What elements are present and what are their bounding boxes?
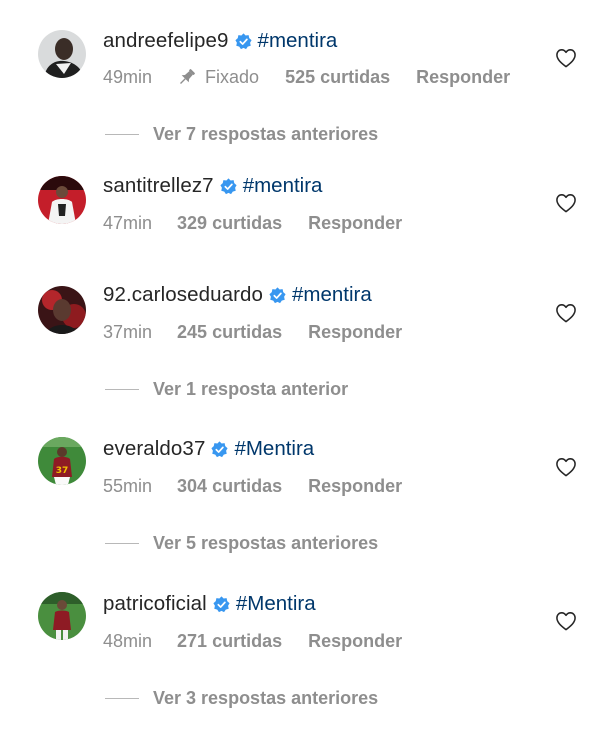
- hashtag-link[interactable]: #mentira: [258, 29, 338, 53]
- view-replies-label: Ver 5 respostas anteriores: [153, 532, 379, 553]
- avatar[interactable]: [38, 592, 86, 640]
- heart-outline-icon[interactable]: [555, 611, 577, 631]
- pin-icon: [177, 67, 197, 87]
- hashtag-link[interactable]: #Mentira: [234, 437, 314, 461]
- view-replies-label: Ver 1 resposta anterior: [153, 378, 349, 399]
- likes-count[interactable]: 525 curtidas: [285, 67, 390, 88]
- avatar[interactable]: 37: [38, 437, 86, 485]
- hashtag-link[interactable]: #Mentira: [236, 592, 316, 616]
- view-replies-label: Ver 3 respostas anteriores: [153, 687, 379, 708]
- divider-line: [105, 388, 139, 390]
- username[interactable]: andreefelipe9: [103, 29, 229, 53]
- comment-header: 92.carloseduardo #mentira: [103, 282, 372, 308]
- likes-count[interactable]: 304 curtidas: [177, 476, 282, 497]
- likes-count[interactable]: 271 curtidas: [177, 631, 282, 652]
- username[interactable]: everaldo37: [103, 437, 205, 461]
- comment-time: 47min: [103, 212, 153, 233]
- comment-time: 37min: [103, 321, 153, 342]
- comment-header: andreefelipe9 #mentira: [103, 28, 337, 54]
- username[interactable]: patricoficial: [103, 592, 207, 616]
- heart-outline-icon[interactable]: [555, 48, 577, 68]
- pinned-label: Fixado: [177, 67, 259, 88]
- comment-meta: 49min Fixado 525 curtidas Responder: [103, 65, 510, 89]
- view-previous-replies-button[interactable]: Ver 3 respostas anteriores: [105, 687, 378, 709]
- reply-button[interactable]: Responder: [308, 322, 402, 343]
- heart-outline-icon[interactable]: [555, 193, 577, 213]
- comment-time: 48min: [103, 630, 153, 651]
- comment-header: santitrellez7 #mentira: [103, 173, 322, 199]
- svg-text:37: 37: [56, 466, 69, 476]
- avatar[interactable]: [38, 176, 86, 224]
- verified-badge-icon: [220, 177, 237, 195]
- divider-line: [105, 542, 139, 544]
- heart-outline-icon[interactable]: [555, 457, 577, 477]
- avatar[interactable]: [38, 286, 86, 334]
- reply-button[interactable]: Responder: [308, 631, 402, 652]
- verified-badge-icon: [211, 440, 229, 458]
- reply-button[interactable]: Responder: [308, 476, 402, 497]
- comment-meta: 48min 271 curtidas Responder: [103, 629, 402, 653]
- likes-count[interactable]: 329 curtidas: [177, 213, 282, 234]
- avatar[interactable]: [38, 30, 86, 78]
- comment-header: everaldo37 #Mentira: [103, 436, 314, 462]
- view-previous-replies-button[interactable]: Ver 5 respostas anteriores: [105, 532, 378, 554]
- comment-meta: 55min 304 curtidas Responder: [103, 474, 402, 498]
- pinned-text: Fixado: [205, 66, 260, 87]
- heart-outline-icon[interactable]: [555, 303, 577, 323]
- verified-badge-icon: [213, 595, 230, 613]
- comment-time: 55min: [103, 475, 153, 496]
- view-previous-replies-button[interactable]: Ver 7 respostas anteriores: [105, 123, 378, 145]
- hashtag-link[interactable]: #mentira: [243, 174, 323, 198]
- hashtag-link[interactable]: #mentira: [292, 283, 372, 307]
- username[interactable]: 92.carloseduardo: [103, 283, 263, 307]
- username[interactable]: santitrellez7: [103, 174, 214, 198]
- likes-count[interactable]: 245 curtidas: [177, 322, 282, 343]
- comment-time: 49min: [103, 66, 153, 87]
- reply-button[interactable]: Responder: [308, 213, 402, 234]
- comment-header: patricoficial #Mentira: [103, 591, 316, 617]
- view-previous-replies-button[interactable]: Ver 1 resposta anterior: [105, 378, 348, 400]
- verified-badge-icon: [234, 32, 252, 50]
- view-replies-label: Ver 7 respostas anteriores: [153, 123, 379, 144]
- reply-button[interactable]: Responder: [416, 67, 510, 88]
- verified-badge-icon: [269, 286, 286, 304]
- divider-line: [105, 697, 139, 699]
- comment-meta: 47min 329 curtidas Responder: [103, 211, 402, 235]
- comment-meta: 37min 245 curtidas Responder: [103, 320, 402, 344]
- divider-line: [105, 133, 139, 135]
